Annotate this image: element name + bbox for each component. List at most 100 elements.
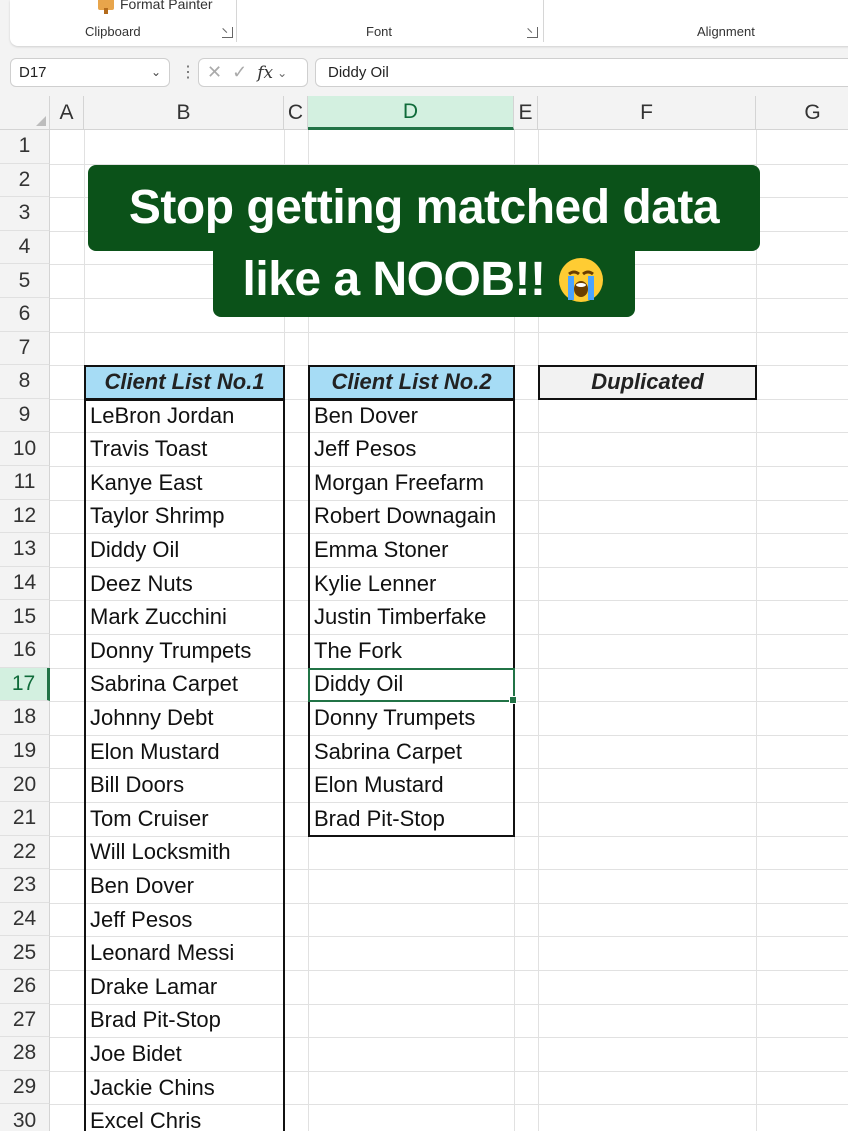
row-header-5[interactable]: 5 xyxy=(0,264,50,298)
list-item[interactable]: Drake Lamar xyxy=(84,970,284,1004)
column-header-g[interactable]: G xyxy=(756,96,848,130)
row-header-3[interactable]: 3 xyxy=(0,197,50,231)
formula-input[interactable]: Diddy Oil xyxy=(315,58,848,87)
row-header-6[interactable]: 6 xyxy=(0,298,50,332)
list-item[interactable]: LeBron Jordan xyxy=(84,399,284,433)
row-header-30[interactable]: 30 xyxy=(0,1104,50,1131)
duplicated-header: Duplicated xyxy=(538,365,757,400)
row-header-20[interactable]: 20 xyxy=(0,768,50,802)
list-item[interactable]: Joe Bidet xyxy=(84,1037,284,1071)
list-item[interactable]: Travis Toast xyxy=(84,432,284,466)
list-item[interactable]: Jackie Chins xyxy=(84,1071,284,1105)
list-item[interactable]: Kanye East xyxy=(84,466,284,500)
list-item[interactable]: Brad Pit-Stop xyxy=(84,1004,284,1038)
active-cell-selection[interactable] xyxy=(308,667,517,704)
row-header-2[interactable]: 2 xyxy=(0,163,50,198)
list-item[interactable]: Mark Zucchini xyxy=(84,600,284,634)
list-item[interactable]: Donny Trumpets xyxy=(308,701,514,735)
row-header-25[interactable]: 25 xyxy=(0,936,50,970)
list-item[interactable]: Taylor Shrimp xyxy=(84,500,284,534)
row-header-10[interactable]: 10 xyxy=(0,432,50,466)
list-item[interactable]: Donny Trumpets xyxy=(84,634,284,668)
name-box-value: D17 xyxy=(19,64,47,81)
list-item[interactable]: Tom Cruiser xyxy=(84,802,284,836)
row-header-29[interactable]: 29 xyxy=(0,1070,50,1105)
column-header-e[interactable]: E xyxy=(514,96,538,130)
group-divider xyxy=(543,0,544,42)
list-item[interactable]: Justin Timberfake xyxy=(308,600,514,634)
row-header-24[interactable]: 24 xyxy=(0,902,50,937)
list-item[interactable]: Diddy Oil xyxy=(84,533,284,567)
row-header-16[interactable]: 16 xyxy=(0,634,50,668)
column-header-b[interactable]: B xyxy=(84,96,284,130)
row-header-22[interactable]: 22 xyxy=(0,835,50,870)
row-header-17[interactable]: 17 xyxy=(0,667,50,702)
list-item[interactable]: Excel Chris xyxy=(84,1104,284,1131)
row-header-28[interactable]: 28 xyxy=(0,1037,50,1071)
column-header-f[interactable]: F xyxy=(538,96,756,130)
select-all-button[interactable] xyxy=(0,96,50,130)
list-item[interactable]: Emma Stoner xyxy=(308,533,514,567)
row-header-15[interactable]: 15 xyxy=(0,600,50,634)
row-header-26[interactable]: 26 xyxy=(0,970,50,1004)
row-header-18[interactable]: 18 xyxy=(0,701,50,735)
group-label-font: Font xyxy=(366,24,393,39)
list-item[interactable]: Ben Dover xyxy=(84,869,284,903)
format-painter-button[interactable]: Format Painter xyxy=(98,0,213,14)
list-item[interactable]: Bill Doors xyxy=(84,768,284,802)
name-box[interactable]: D17 ⌄ xyxy=(10,58,170,87)
row-header-19[interactable]: 19 xyxy=(0,734,50,769)
worksheet[interactable]: ABCDEFG 1 2 3 4 5 6 7 8 9 10 11 12 13 14 15 16 17 18 19 20 2… xyxy=(0,96,848,1131)
list-item[interactable]: Elon Mustard xyxy=(84,735,284,769)
list-item[interactable]: Jeff Pesos xyxy=(84,903,284,937)
list-item[interactable]: Leonard Messi xyxy=(84,936,284,970)
row-header-11[interactable]: 11 xyxy=(0,466,50,500)
row-header-13[interactable]: 13 xyxy=(0,533,50,567)
format-painter-label: Format Painter xyxy=(120,0,213,12)
list-item[interactable]: Ben Dover xyxy=(308,399,514,433)
column-header-d[interactable]: D xyxy=(308,96,514,130)
list-item[interactable]: Will Locksmith xyxy=(84,836,284,870)
insert-function-icon[interactable]: fx xyxy=(257,63,273,83)
list-item[interactable]: Kylie Lenner xyxy=(308,567,514,601)
client-list-1-header: Client List No.1 xyxy=(84,365,285,400)
list-item[interactable]: Jeff Pesos xyxy=(308,432,514,466)
gridline xyxy=(756,130,757,1131)
row-header-7[interactable]: 7 xyxy=(0,331,50,366)
cancel-icon[interactable]: ✕ xyxy=(207,62,222,83)
ribbon: Format Painter Clipboard Font Alignment xyxy=(0,0,848,50)
row-header-23[interactable]: 23 xyxy=(0,869,50,903)
list-item[interactable]: Johnny Debt xyxy=(84,701,284,735)
list-item[interactable]: Elon Mustard xyxy=(308,768,514,802)
row-header-21[interactable]: 21 xyxy=(0,802,50,836)
row-header-12[interactable]: 12 xyxy=(0,499,50,534)
column-header-a[interactable]: A xyxy=(50,96,84,130)
row-header-4[interactable]: 4 xyxy=(0,230,50,265)
row-header-8[interactable]: 8 xyxy=(0,365,50,399)
list-item[interactable]: The Fork xyxy=(308,634,514,668)
clipboard-dialog-launcher-icon[interactable] xyxy=(222,27,233,38)
chevron-down-icon[interactable]: ⌄ xyxy=(151,65,161,79)
row-header-9[interactable]: 9 xyxy=(0,398,50,433)
caption-line-1: Stop getting matched data xyxy=(88,164,760,251)
loudly-crying-face-icon xyxy=(557,256,605,304)
group-divider xyxy=(236,0,237,42)
list-item[interactable]: Sabrina Carpet xyxy=(84,668,284,702)
row-header-1[interactable]: 1 xyxy=(0,130,50,164)
font-dialog-launcher-icon[interactable] xyxy=(527,27,538,38)
row-header-14[interactable]: 14 xyxy=(0,566,50,601)
caption-line-2-text: like a NOOB!! xyxy=(242,253,546,307)
column-header-c[interactable]: C xyxy=(284,96,308,130)
list-item[interactable]: Morgan Freefarm xyxy=(308,466,514,500)
formula-buttons: ✕ ✓ fx ⌄ xyxy=(198,58,308,87)
chevron-down-icon[interactable]: ⌄ xyxy=(277,66,287,80)
caption-line-2: like a NOOB!! xyxy=(213,242,635,317)
list-item[interactable]: Deez Nuts xyxy=(84,567,284,601)
list-item[interactable]: Robert Downagain xyxy=(308,500,514,534)
enter-check-icon[interactable]: ✓ xyxy=(232,62,247,83)
row-header-27[interactable]: 27 xyxy=(0,1003,50,1038)
more-options-icon[interactable]: ⋮ xyxy=(180,62,196,82)
list-item[interactable]: Brad Pit-Stop xyxy=(308,802,514,836)
paintbrush-icon xyxy=(98,0,114,14)
list-item[interactable]: Sabrina Carpet xyxy=(308,735,514,769)
